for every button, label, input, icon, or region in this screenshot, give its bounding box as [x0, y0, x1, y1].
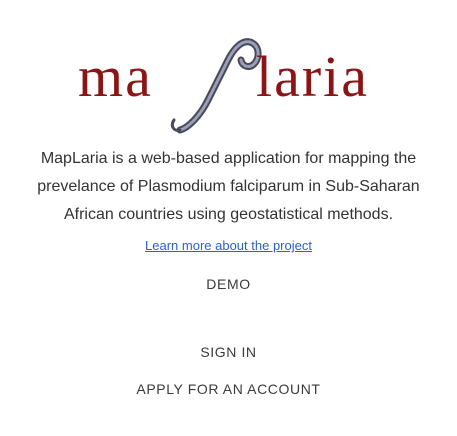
learn-more-link[interactable]: Learn more about the project — [145, 238, 312, 253]
maplaria-logo: ma laria — [78, 30, 378, 138]
app-description: MapLaria is a web-based application for … — [37, 150, 420, 223]
logo-text-right: laria — [256, 44, 370, 109]
sign-in-button[interactable]: SIGN IN — [0, 343, 457, 361]
parasite-spiral-icon — [170, 38, 262, 134]
apply-account-button[interactable]: APPLY FOR AN ACCOUNT — [0, 380, 457, 398]
learn-more-row: Learn more about the project — [0, 237, 457, 255]
demo-button[interactable]: DEMO — [0, 275, 457, 293]
